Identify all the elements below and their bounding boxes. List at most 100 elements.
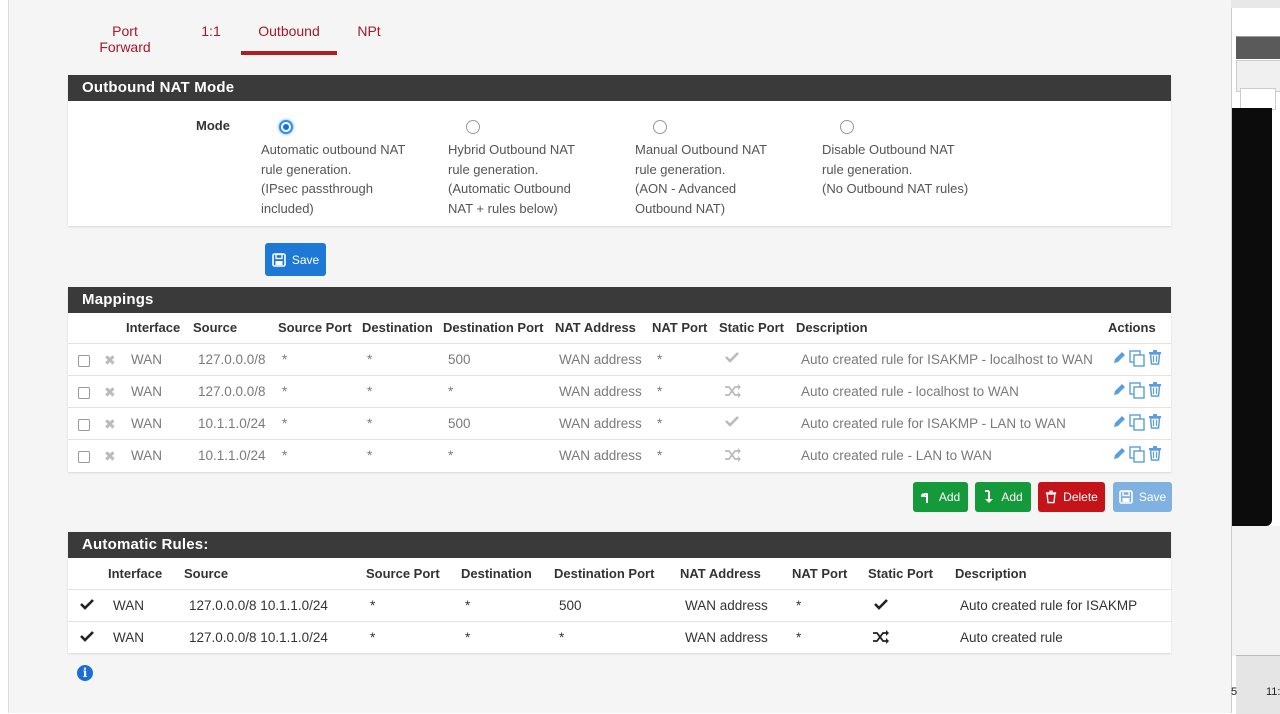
- option-manual-text: Manual Outbound NAT rule generation. (AO…: [635, 142, 767, 216]
- check-icon: [724, 350, 740, 364]
- cell-interface: WAN: [131, 384, 162, 399]
- trash-icon[interactable]: [1148, 414, 1162, 429]
- cell-source-port: *: [370, 630, 376, 645]
- mappings-title: Mappings: [68, 287, 1171, 313]
- tab-one-to-one[interactable]: 1:1: [200, 18, 222, 44]
- cell-interface: WAN: [131, 416, 162, 431]
- cell-destination-port: 500: [448, 416, 471, 431]
- cell-interface: WAN: [113, 630, 144, 645]
- cell-nat-address: WAN address: [685, 630, 768, 645]
- radio-manual[interactable]: [653, 120, 667, 134]
- copy-icon[interactable]: [1129, 414, 1146, 431]
- disabled-x-icon[interactable]: ✖: [104, 416, 116, 433]
- auto-rules-header-row: Interface Source Source Port Destination…: [68, 566, 1171, 586]
- trash-icon: [1045, 490, 1057, 504]
- cell-destination: *: [367, 448, 373, 463]
- cell-nat-address: WAN address: [559, 416, 642, 431]
- tab-outbound[interactable]: Outbound: [241, 18, 337, 55]
- save-mappings-button[interactable]: Save: [1113, 482, 1172, 512]
- edit-pencil-icon[interactable]: [1112, 382, 1127, 397]
- delete-label: Delete: [1063, 490, 1098, 504]
- row-actions: [1112, 350, 1162, 367]
- automatic-rules-title: Automatic Rules:: [68, 532, 1171, 558]
- row-actions: [1112, 446, 1162, 463]
- row-checkbox[interactable]: [78, 387, 90, 399]
- col-destination: Destination: [461, 566, 532, 581]
- col-destination-port: Destination Port: [554, 566, 655, 581]
- disabled-x-icon[interactable]: ✖: [104, 448, 116, 465]
- save-mode-label: Save: [291, 252, 320, 267]
- row-actions: [1112, 414, 1162, 431]
- row-checkbox[interactable]: [78, 419, 90, 431]
- radio-hybrid[interactable]: [466, 120, 480, 134]
- check-icon: [724, 414, 740, 428]
- col-source-port: Source Port: [366, 566, 440, 581]
- edit-pencil-icon[interactable]: [1112, 446, 1127, 461]
- add-bottom-button[interactable]: Add: [975, 482, 1031, 512]
- info-icon[interactable]: i: [77, 665, 93, 681]
- cell-nat-port: *: [657, 416, 663, 431]
- add-top-button[interactable]: Add: [913, 482, 968, 512]
- tab-npt[interactable]: NPt: [357, 18, 381, 44]
- enabled-check-icon: [79, 597, 95, 611]
- cell-nat-port: *: [657, 384, 663, 399]
- save-mode-button[interactable]: Save: [265, 243, 326, 276]
- cell-destination: *: [367, 352, 373, 367]
- taskbar-clock-fragment: 11:: [1266, 686, 1280, 698]
- cell-description: Auto created rule for ISAKMP - localhost…: [801, 352, 1093, 367]
- cell-source: 127.0.0.0/8 10.1.1.0/24: [189, 630, 328, 645]
- disabled-x-icon[interactable]: ✖: [104, 352, 116, 369]
- cell-nat-address: WAN address: [559, 384, 642, 399]
- col-nat-port: NAT Port: [792, 566, 848, 581]
- row-actions: [1112, 382, 1162, 399]
- edit-pencil-icon[interactable]: [1112, 350, 1127, 365]
- option-hybrid-text: Hybrid Outbound NAT rule generation. (Au…: [448, 142, 575, 216]
- tab-port-forward[interactable]: Port Forward: [85, 18, 165, 60]
- cell-nat-port: *: [657, 448, 663, 463]
- shuffle-icon: [724, 448, 742, 462]
- mappings-panel: Mappings Interface Source Source Port De…: [68, 287, 1171, 472]
- cell-source: 10.1.1.0/24: [198, 448, 266, 463]
- row-checkbox[interactable]: [78, 355, 90, 367]
- col-static-port: Static Port: [868, 566, 934, 581]
- table-row: ✖ WAN 10.1.1.0/24 * * 500 WAN address * …: [68, 407, 1171, 440]
- background-window-field: [1240, 88, 1276, 110]
- table-row: ✖ WAN 127.0.0.0/8 * * * WAN address * Au…: [68, 375, 1171, 408]
- col-destination: Destination: [362, 320, 433, 335]
- cell-nat-address: WAN address: [559, 352, 642, 367]
- table-row: ✖ WAN 10.1.1.0/24 * * * WAN address * Au…: [68, 439, 1171, 472]
- table-row: WAN 127.0.0.0/8 10.1.1.0/24 * * 500 WAN …: [68, 589, 1171, 622]
- automatic-rules-panel: Automatic Rules: Interface Source Source…: [68, 532, 1171, 653]
- check-icon: [873, 597, 889, 611]
- copy-icon[interactable]: [1129, 446, 1146, 463]
- trash-icon[interactable]: [1148, 382, 1162, 397]
- cell-source: 127.0.0.0/8: [198, 352, 266, 367]
- delete-button[interactable]: Delete: [1038, 482, 1105, 512]
- trash-icon[interactable]: [1148, 350, 1162, 365]
- cell-interface: WAN: [131, 448, 162, 463]
- col-source: Source: [184, 566, 229, 581]
- cell-source-port: *: [282, 352, 288, 367]
- cell-destination-port: *: [448, 448, 454, 463]
- cell-nat-port: *: [796, 630, 802, 645]
- disabled-x-icon[interactable]: ✖: [104, 384, 116, 401]
- taskbar-fragment: 5: [1231, 686, 1238, 698]
- radio-automatic[interactable]: [279, 120, 293, 134]
- col-nat-port: NAT Port: [652, 320, 708, 335]
- cell-destination: *: [465, 598, 471, 613]
- copy-icon[interactable]: [1129, 350, 1146, 367]
- trash-icon[interactable]: [1148, 446, 1162, 461]
- background-window-top: [1231, 0, 1280, 8]
- edit-pencil-icon[interactable]: [1112, 414, 1127, 429]
- copy-icon[interactable]: [1129, 382, 1146, 399]
- cell-description: Auto created rule - localhost to WAN: [801, 384, 1019, 399]
- radio-disable[interactable]: [840, 120, 854, 134]
- option-disable-text: Disable Outbound NAT rule generation. (N…: [822, 142, 969, 196]
- cell-description: Auto created rule for ISAKMP - LAN to WA…: [801, 416, 1066, 431]
- col-destination-port: Destination Port: [443, 320, 544, 335]
- row-checkbox[interactable]: [78, 451, 90, 463]
- col-source-port: Source Port: [278, 320, 352, 335]
- col-nat-address: NAT Address: [555, 320, 636, 335]
- col-static-port: Static Port: [719, 320, 785, 335]
- cell-source: 127.0.0.0/8: [198, 384, 266, 399]
